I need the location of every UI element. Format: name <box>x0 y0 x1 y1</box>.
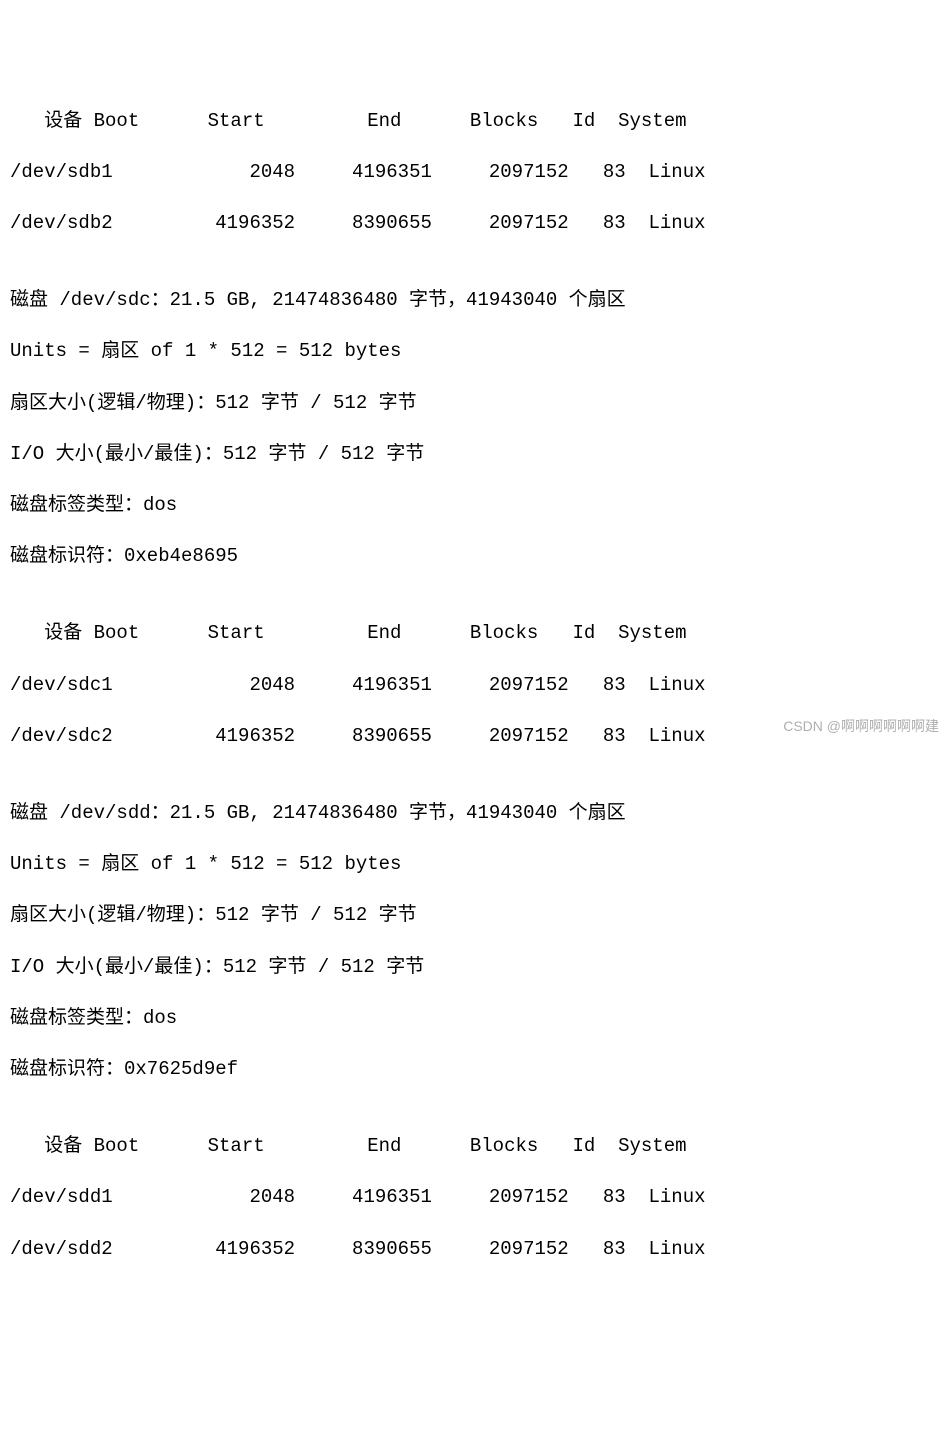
table-row: /dev/sdd1 2048 4196351 2097152 83 Linux <box>10 1185 942 1211</box>
table-row: /dev/sdb1 2048 4196351 2097152 83 Linux <box>10 160 942 186</box>
io-size: I/O 大小(最小/最佳)：512 字节 / 512 字节 <box>10 442 942 468</box>
disk-label-type: 磁盘标签类型：dos <box>10 493 942 519</box>
partition-table-header: 设备 Boot Start End Blocks Id System <box>10 109 942 135</box>
table-row: /dev/sdc1 2048 4196351 2097152 83 Linux <box>10 673 942 699</box>
disk-units: Units = 扇区 of 1 * 512 = 512 bytes <box>10 339 942 365</box>
disk-identifier: 磁盘标识符：0xeb4e8695 <box>10 544 942 570</box>
watermark: CSDN @啊啊啊啊啊啊建 <box>783 717 939 736</box>
partition-table-header: 设备 Boot Start End Blocks Id System <box>10 621 942 647</box>
disk-identifier: 磁盘标识符：0x7625d9ef <box>10 1057 942 1083</box>
disk-summary: 磁盘 /dev/sdd：21.5 GB, 21474836480 字节，4194… <box>10 801 942 827</box>
table-row: /dev/sdd2 4196352 8390655 2097152 83 Lin… <box>10 1237 942 1263</box>
disk-units: Units = 扇区 of 1 * 512 = 512 bytes <box>10 852 942 878</box>
io-size: I/O 大小(最小/最佳)：512 字节 / 512 字节 <box>10 955 942 981</box>
partition-table-header: 设备 Boot Start End Blocks Id System <box>10 1134 942 1160</box>
sector-size: 扇区大小(逻辑/物理)：512 字节 / 512 字节 <box>10 391 942 417</box>
disk-summary: 磁盘 /dev/sdc：21.5 GB, 21474836480 字节，4194… <box>10 288 942 314</box>
sector-size: 扇区大小(逻辑/物理)：512 字节 / 512 字节 <box>10 903 942 929</box>
table-row: /dev/sdb2 4196352 8390655 2097152 83 Lin… <box>10 211 942 237</box>
disk-label-type: 磁盘标签类型：dos <box>10 1006 942 1032</box>
